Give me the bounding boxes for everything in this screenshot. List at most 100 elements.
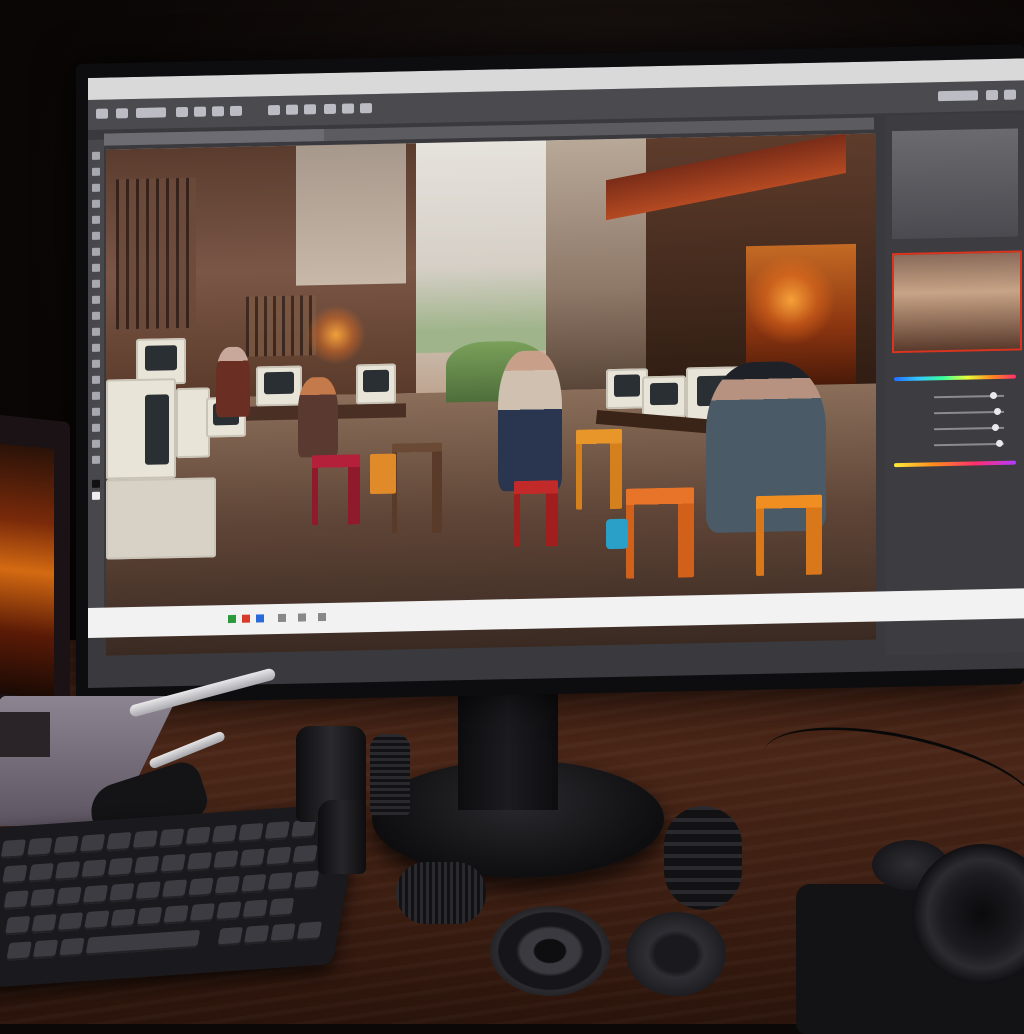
keyboard-key[interactable] [54, 861, 81, 881]
keyboard-key[interactable] [268, 897, 295, 918]
app-icon[interactable] [318, 613, 326, 622]
keyboard-key[interactable] [79, 833, 106, 854]
keyboard-key[interactable] [293, 870, 320, 890]
app-icon[interactable] [228, 614, 236, 624]
eyedropper-tool-icon[interactable] [92, 231, 100, 240]
keyboard-key[interactable] [186, 852, 213, 872]
align-icon[interactable] [212, 106, 224, 117]
keyboard-key[interactable] [28, 863, 54, 883]
keyboard-key[interactable] [107, 857, 134, 878]
keyboard-key[interactable] [239, 848, 265, 869]
history-brush-icon[interactable] [92, 295, 100, 304]
keyboard-key[interactable] [265, 846, 292, 867]
hue-slider[interactable] [894, 374, 1016, 382]
lasso-tool-icon[interactable] [92, 183, 100, 192]
keyboard-key[interactable] [81, 859, 107, 879]
keyboard-key[interactable] [161, 879, 188, 899]
brush-tool-icon[interactable] [92, 263, 100, 272]
keyboard-key[interactable] [85, 929, 201, 956]
image-canvas[interactable] [106, 133, 876, 656]
type-tool-icon[interactable] [92, 391, 100, 400]
home-icon[interactable] [96, 108, 108, 119]
keyboard-key[interactable] [270, 923, 296, 943]
keyboard-key[interactable] [211, 824, 238, 845]
clone-stamp-icon[interactable] [92, 279, 100, 288]
navigator-thumbnail[interactable] [892, 250, 1022, 354]
keyboard-key[interactable] [290, 819, 317, 839]
keyboard-key[interactable] [238, 822, 264, 843]
keyboard-key[interactable] [188, 877, 214, 898]
tool-preset-icon[interactable] [136, 107, 166, 118]
keyboard-key[interactable] [3, 890, 29, 910]
keyboard-key[interactable] [82, 884, 109, 905]
keyboard-key[interactable] [242, 899, 268, 920]
keyboard-key[interactable] [110, 908, 136, 929]
keyboard-key[interactable] [214, 875, 241, 896]
app-icon[interactable] [278, 613, 286, 623]
keyboard-key[interactable] [158, 828, 185, 848]
shape-tool-icon[interactable] [92, 423, 100, 432]
search-icon[interactable] [986, 89, 998, 101]
keyboard-key[interactable] [26, 837, 53, 857]
quick-select-tool-icon[interactable] [92, 199, 100, 208]
keyboard-key[interactable] [296, 921, 323, 941]
keyboard-key[interactable] [217, 926, 243, 947]
healing-brush-icon[interactable] [92, 247, 100, 256]
property-row[interactable] [896, 577, 1014, 589]
keyboard-key[interactable] [213, 850, 239, 870]
keyboard-key[interactable] [243, 925, 270, 945]
keyboard-key[interactable] [189, 903, 216, 923]
keyboard-key[interactable] [185, 826, 211, 847]
keyboard-key[interactable] [240, 874, 267, 894]
keyboard-key[interactable] [132, 830, 159, 850]
distribute-icon[interactable] [324, 103, 336, 115]
property-row[interactable] [896, 497, 1014, 509]
keyboard-key[interactable] [135, 881, 161, 901]
distribute-icon[interactable] [304, 104, 316, 115]
adjustment-slider[interactable] [894, 439, 1016, 452]
path-select-icon[interactable] [92, 407, 100, 416]
property-row[interactable] [896, 557, 1014, 569]
keyboard-key[interactable] [56, 886, 82, 907]
keyboard-key[interactable] [31, 914, 57, 934]
distribute-icon[interactable] [268, 104, 280, 116]
keyboard-key[interactable] [57, 912, 84, 932]
keyboard-key[interactable] [215, 901, 242, 921]
app-icon[interactable] [242, 614, 250, 623]
property-row[interactable] [896, 517, 1014, 529]
background-color-swatch[interactable] [92, 491, 100, 500]
move-tool-icon[interactable] [116, 108, 128, 119]
property-row[interactable] [896, 537, 1014, 549]
share-icon[interactable] [1004, 89, 1016, 100]
keyboard-key[interactable] [106, 832, 132, 852]
keyboard-key[interactable] [53, 835, 79, 856]
marquee-tool-icon[interactable] [92, 167, 100, 176]
adjustment-slider[interactable] [894, 423, 1016, 436]
gradient-tool-icon[interactable] [92, 327, 100, 336]
hand-tool-icon[interactable] [92, 439, 100, 448]
keyboard-key[interactable] [160, 853, 186, 874]
keyboard-key[interactable] [163, 904, 189, 925]
eraser-tool-icon[interactable] [92, 311, 100, 320]
keyboard-key[interactable] [136, 906, 163, 927]
keyboard-key[interactable] [133, 855, 160, 876]
crop-tool-icon[interactable] [92, 215, 100, 224]
move-tool-icon[interactable] [92, 151, 100, 160]
document-tab[interactable] [104, 129, 324, 146]
keyboard-key[interactable] [4, 915, 31, 936]
keyboard-key[interactable] [32, 939, 59, 960]
distribute-icon[interactable] [342, 103, 354, 114]
align-icon[interactable] [194, 106, 206, 117]
keyboard-key[interactable] [267, 872, 293, 892]
workspace-switcher[interactable] [938, 90, 978, 102]
blur-tool-icon[interactable] [92, 343, 100, 352]
keyboard-key[interactable] [1, 864, 28, 885]
distribute-icon[interactable] [360, 103, 372, 114]
zoom-tool-icon[interactable] [92, 455, 100, 464]
adjustment-slider[interactable] [894, 391, 1016, 404]
keyboard-key[interactable] [264, 821, 290, 841]
dodge-tool-icon[interactable] [92, 359, 100, 368]
keyboard-key[interactable] [0, 839, 27, 859]
distribute-icon[interactable] [286, 104, 298, 115]
app-icon[interactable] [256, 614, 264, 623]
